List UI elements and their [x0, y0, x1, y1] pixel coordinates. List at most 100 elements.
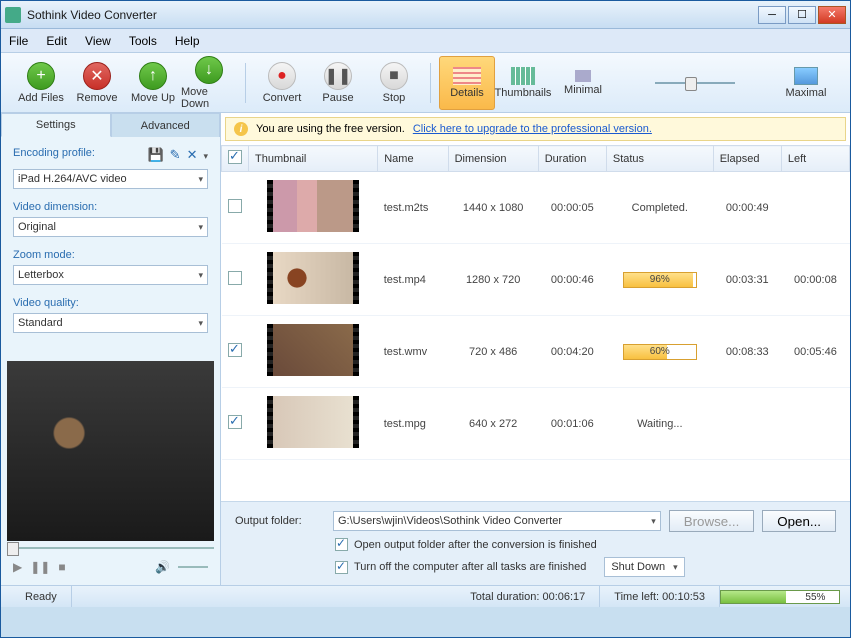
open-folder-checkbox[interactable] [335, 538, 348, 551]
minimize-button[interactable]: ─ [758, 6, 786, 24]
thumbnail-size-slider[interactable] [655, 82, 735, 84]
select-all-checkbox[interactable] [228, 150, 242, 164]
video-dimension-label: Video dimension: [13, 201, 208, 213]
close-button[interactable]: ✕ [818, 6, 846, 24]
col-elapsed[interactable]: Elapsed [713, 146, 781, 172]
thumbnails-view-button[interactable]: Thumbnails [495, 56, 551, 110]
move-down-button[interactable]: ↓Move Down [181, 56, 237, 110]
row-thumbnail [267, 324, 359, 376]
col-thumbnail[interactable]: Thumbnail [249, 146, 378, 172]
row-checkbox[interactable] [228, 199, 242, 213]
menu-view[interactable]: View [85, 34, 111, 48]
pause-icon: ❚❚ [324, 62, 352, 90]
preview-pause-button[interactable]: ❚❚ [30, 560, 50, 574]
menubar: File Edit View Tools Help [1, 29, 850, 53]
left-panel: Settings Advanced Encoding profile: 💾 ✎ … [1, 113, 221, 585]
open-button[interactable]: Open... [762, 510, 836, 532]
record-icon: ● [268, 62, 296, 90]
stop-icon: ■ [380, 62, 408, 90]
minimal-button[interactable]: Minimal [559, 56, 607, 110]
tab-advanced[interactable]: Advanced [111, 113, 221, 137]
status-ready: Ready [11, 586, 72, 607]
row-left [781, 172, 849, 244]
table-row[interactable]: test.m2ts1440 x 108000:00:05Completed.00… [222, 172, 850, 244]
table-row[interactable]: test.mp41280 x 72000:00:4696%00:03:3100:… [222, 244, 850, 316]
tab-settings[interactable]: Settings [1, 113, 111, 137]
status-time-left: Time left: 00:10:53 [600, 586, 720, 607]
video-dimension-select[interactable]: Original [13, 217, 208, 237]
move-up-button[interactable]: ↑Move Up [125, 56, 181, 110]
stop-button[interactable]: ■Stop [366, 56, 422, 110]
delete-profile-icon[interactable]: ✕ [187, 147, 198, 163]
row-thumbnail [267, 252, 359, 304]
col-left[interactable]: Left [781, 146, 849, 172]
preview-seek-slider[interactable] [7, 547, 214, 549]
col-status[interactable]: Status [606, 146, 713, 172]
preview-panel: ▶ ❚❚ ■ 🔊 [1, 355, 220, 585]
row-checkbox[interactable] [228, 271, 242, 285]
row-checkbox[interactable] [228, 415, 242, 429]
video-quality-label: Video quality: [13, 297, 208, 309]
menu-edit[interactable]: Edit [46, 34, 67, 48]
shutdown-label: Turn off the computer after all tasks ar… [354, 561, 586, 573]
window-title: Sothink Video Converter [27, 8, 758, 22]
edit-profile-icon[interactable]: ✎ [170, 147, 181, 163]
preview-stop-button[interactable]: ■ [58, 560, 65, 574]
row-elapsed: 00:00:49 [713, 172, 781, 244]
convert-button[interactable]: ●Convert [254, 56, 310, 110]
upgrade-link[interactable]: Click here to upgrade to the professiona… [413, 123, 652, 135]
remove-button[interactable]: ✕Remove [69, 56, 125, 110]
row-thumbnail [267, 396, 359, 448]
progress-bar: 96% [623, 272, 697, 288]
thumbnails-icon [511, 67, 535, 85]
menu-file[interactable]: File [9, 34, 28, 48]
preview-volume-slider[interactable] [178, 566, 208, 568]
pause-button[interactable]: ❚❚Pause [310, 56, 366, 110]
preview-volume-icon[interactable]: 🔊 [155, 560, 170, 574]
row-checkbox[interactable] [228, 343, 242, 357]
output-bar: Output folder: G:\Users\wjin\Videos\Soth… [221, 501, 850, 585]
open-folder-label: Open output folder after the conversion … [354, 539, 597, 551]
shutdown-select[interactable]: Shut Down [604, 557, 684, 577]
row-dimension: 1280 x 720 [448, 244, 538, 316]
preview-video [7, 361, 214, 541]
col-duration[interactable]: Duration [538, 146, 606, 172]
row-duration: 00:01:06 [538, 388, 606, 460]
details-view-button[interactable]: Details [439, 56, 495, 110]
preview-play-button[interactable]: ▶ [13, 560, 22, 574]
row-duration: 00:00:05 [538, 172, 606, 244]
output-folder-select[interactable]: G:\Users\wjin\Videos\Sothink Video Conve… [333, 511, 661, 531]
menu-tools[interactable]: Tools [129, 34, 157, 48]
encoding-profile-select[interactable]: iPad H.264/AVC video [13, 169, 208, 189]
maximal-button[interactable]: Maximal [782, 56, 830, 110]
row-left: 00:05:46 [781, 316, 849, 388]
row-name: test.mpg [378, 388, 448, 460]
down-arrow-icon: ↓ [195, 56, 223, 84]
maximize-button[interactable]: ☐ [788, 6, 816, 24]
row-name: test.m2ts [378, 172, 448, 244]
row-left: 00:00:08 [781, 244, 849, 316]
zoom-mode-label: Zoom mode: [13, 249, 208, 261]
profile-menu-icon[interactable] [203, 147, 208, 163]
shutdown-checkbox[interactable] [335, 561, 348, 574]
up-arrow-icon: ↑ [139, 62, 167, 90]
row-dimension: 640 x 272 [448, 388, 538, 460]
status-bar: Ready Total duration: 00:06:17 Time left… [1, 585, 850, 607]
video-quality-select[interactable]: Standard [13, 313, 208, 333]
col-dimension[interactable]: Dimension [448, 146, 538, 172]
add-files-button[interactable]: +Add Files [13, 56, 69, 110]
row-left [781, 388, 849, 460]
table-row[interactable]: test.wmv720 x 48600:04:2060%00:08:3300:0… [222, 316, 850, 388]
col-name[interactable]: Name [378, 146, 448, 172]
zoom-mode-select[interactable]: Letterbox [13, 265, 208, 285]
menu-help[interactable]: Help [175, 34, 200, 48]
row-name: test.mp4 [378, 244, 448, 316]
file-grid: Thumbnail Name Dimension Duration Status… [221, 145, 850, 501]
table-row[interactable]: test.mpg640 x 27200:01:06Waiting... [222, 388, 850, 460]
details-icon [453, 67, 481, 85]
row-elapsed: 00:03:31 [713, 244, 781, 316]
plus-icon: + [27, 62, 55, 90]
browse-button[interactable]: Browse... [669, 510, 755, 532]
save-profile-icon[interactable]: 💾 [147, 147, 163, 163]
row-dimension: 1440 x 1080 [448, 172, 538, 244]
